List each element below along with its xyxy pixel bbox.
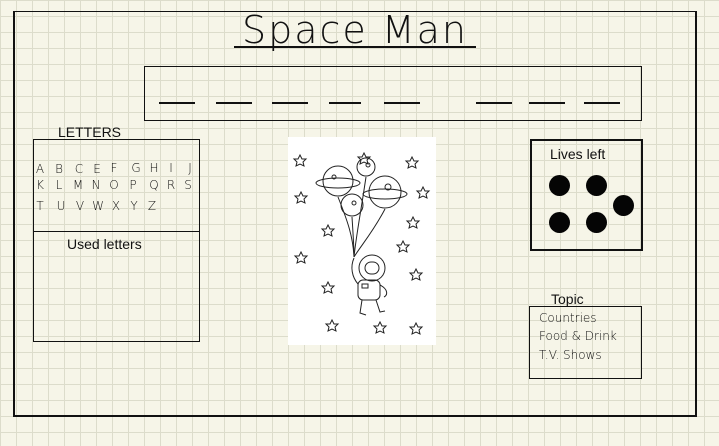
life-token	[613, 195, 634, 216]
letter-blank	[159, 102, 195, 104]
astronaut-illustration	[288, 137, 436, 345]
letter-key[interactable]: V	[73, 199, 87, 215]
topic-option[interactable]: T.V. Shows	[539, 348, 602, 362]
letter-blank	[384, 102, 420, 104]
letter-key[interactable]: F	[107, 161, 121, 177]
letter-key[interactable]: S	[181, 178, 195, 194]
letter-blank	[476, 102, 512, 104]
life-token	[549, 175, 570, 196]
letter-key[interactable]: Z	[145, 199, 159, 215]
letter-key[interactable]: O	[107, 178, 121, 194]
letter-key[interactable]: C	[72, 162, 86, 178]
life-token	[586, 212, 607, 233]
lives-heading: Lives left	[550, 146, 606, 162]
used-letters-heading: Used letters	[67, 236, 142, 252]
life-token	[549, 212, 570, 233]
planet-balloons	[315, 157, 408, 258]
letter-key[interactable]: U	[54, 199, 68, 215]
letter-key[interactable]: A	[33, 162, 47, 178]
letter-key[interactable]: M	[71, 178, 85, 194]
letter-key[interactable]: R	[164, 178, 178, 194]
letter-key[interactable]: W	[91, 199, 105, 215]
letter-key[interactable]: P	[126, 178, 140, 194]
life-token	[586, 175, 607, 196]
letter-key[interactable]: L	[52, 178, 66, 194]
letter-blank	[529, 102, 565, 104]
topic-option[interactable]: Countries	[539, 311, 597, 325]
letter-key[interactable]: H	[147, 161, 161, 177]
letters-heading: LETTERS	[58, 124, 122, 140]
title-underline	[234, 46, 476, 48]
letter-key[interactable]: B	[52, 162, 66, 178]
letter-key[interactable]: E	[90, 162, 104, 178]
astronaut-figure	[351, 254, 388, 316]
letter-blank	[329, 102, 361, 104]
letter-key[interactable]: Y	[127, 199, 141, 215]
letter-blank	[272, 102, 308, 104]
letter-blank	[216, 102, 252, 104]
letter-key[interactable]: J	[183, 161, 197, 177]
letter-key[interactable]: K	[33, 178, 47, 194]
letter-key[interactable]: X	[109, 199, 123, 215]
letters-divider	[33, 231, 200, 232]
star-icon	[292, 151, 431, 335]
letter-key[interactable]: Q	[147, 178, 161, 194]
astronaut-svg	[292, 151, 431, 335]
topic-heading: Topic	[551, 291, 584, 307]
letter-blank	[584, 102, 620, 104]
letter-key[interactable]: T	[33, 199, 47, 215]
word-display	[144, 66, 642, 121]
letter-key[interactable]: G	[129, 161, 143, 177]
letter-key[interactable]: N	[89, 178, 103, 194]
topic-option[interactable]: Food & Drink	[539, 329, 617, 343]
letter-key[interactable]: I	[164, 161, 178, 177]
